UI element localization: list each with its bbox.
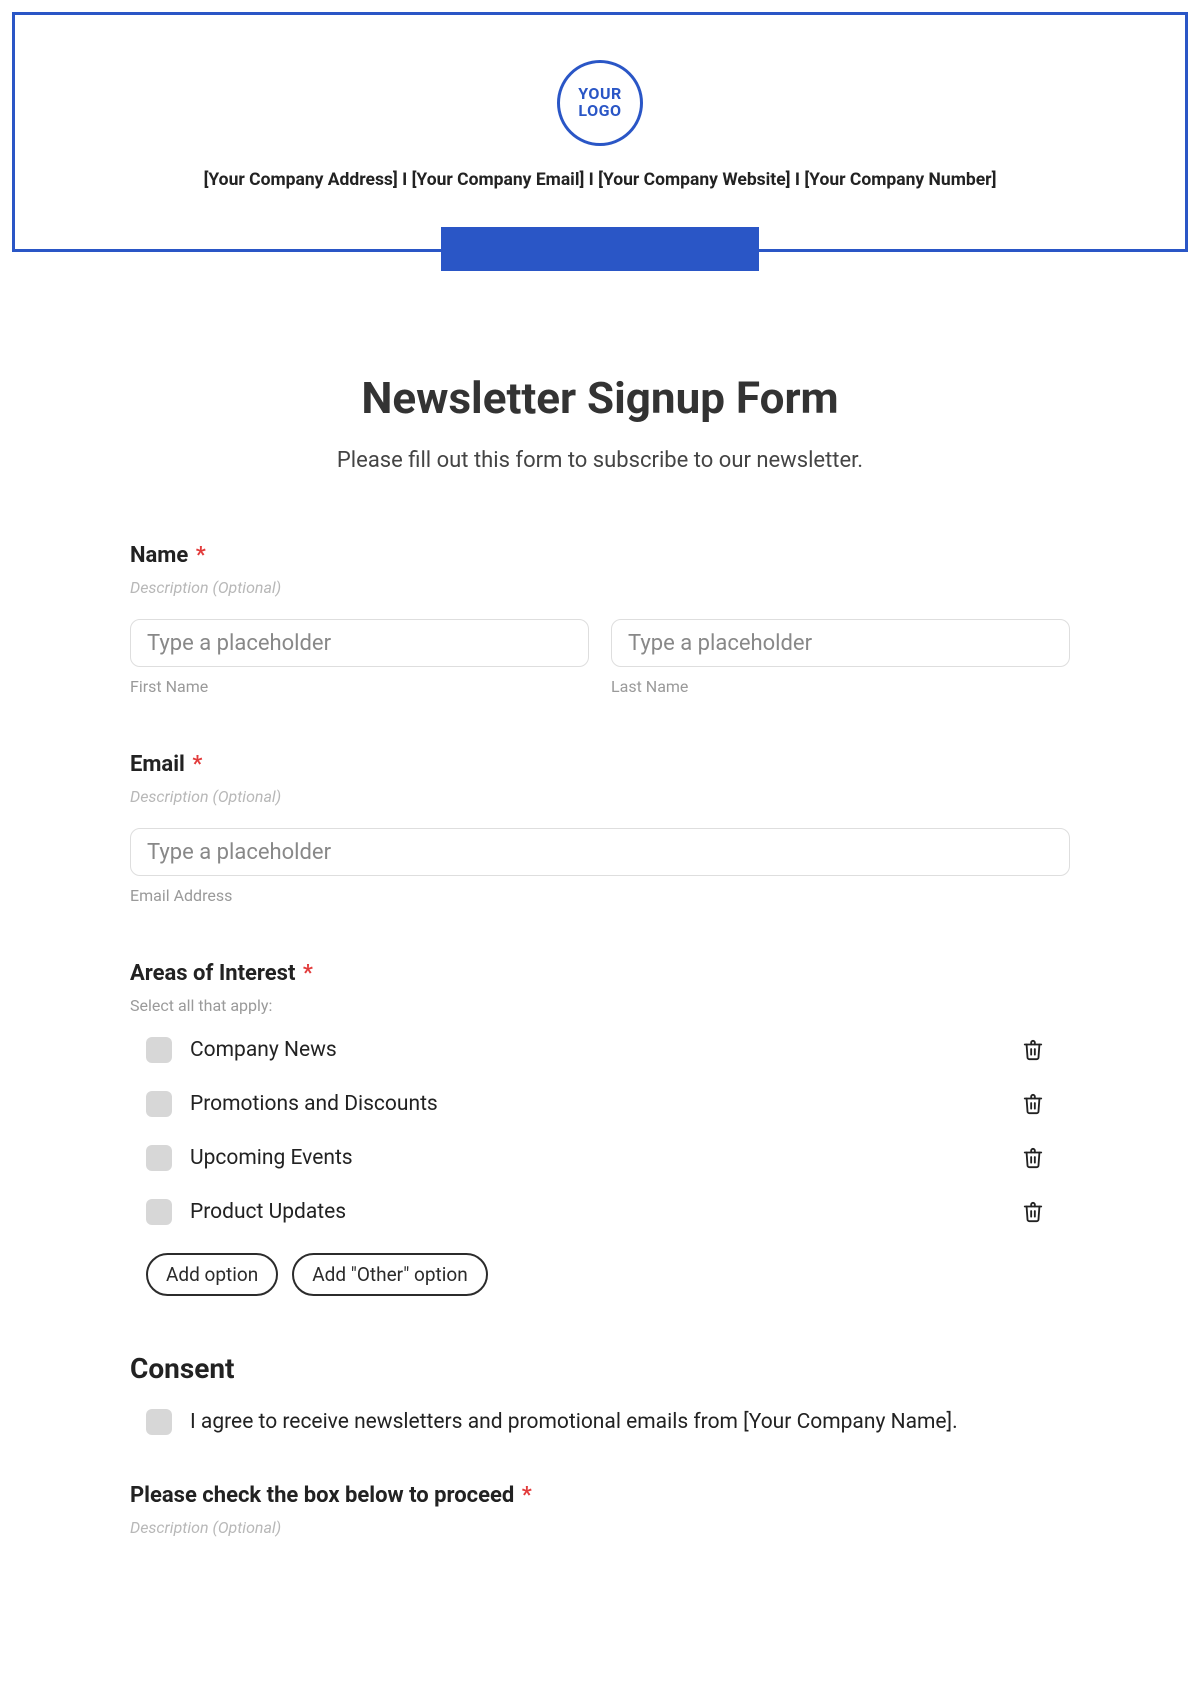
proceed-description: Description (Optional) — [130, 1518, 1070, 1537]
form-subtitle: Please fill out this form to subscribe t… — [130, 448, 1070, 473]
consent-heading: Consent — [130, 1352, 1070, 1385]
interest-option-label: Upcoming Events — [190, 1146, 353, 1170]
logo-line-2: LOGO — [578, 101, 621, 120]
interest-option-row: Company News — [146, 1037, 1070, 1063]
last-name-col: Type a placeholder Last Name — [611, 619, 1070, 696]
interest-checkbox[interactable] — [146, 1091, 172, 1117]
interest-option-left: Promotions and Discounts — [146, 1091, 438, 1117]
interest-option-left: Upcoming Events — [146, 1145, 353, 1171]
interest-option-row: Upcoming Events — [146, 1145, 1070, 1171]
trash-icon[interactable] — [1022, 1038, 1044, 1062]
proceed-label: Please check the box below to proceed * — [130, 1483, 1070, 1508]
name-label: Name * — [130, 543, 1070, 568]
last-name-input[interactable]: Type a placeholder — [611, 619, 1070, 667]
interest-option-row: Product Updates — [146, 1199, 1070, 1225]
interest-option-row: Promotions and Discounts — [146, 1091, 1070, 1117]
interest-option-label: Company News — [190, 1038, 337, 1062]
interest-option-label: Promotions and Discounts — [190, 1092, 438, 1116]
proceed-field-block: Please check the box below to proceed * … — [130, 1483, 1070, 1537]
interest-checkbox[interactable] — [146, 1037, 172, 1063]
interests-field-block: Areas of Interest * Select all that appl… — [130, 961, 1070, 1296]
last-name-sublabel: Last Name — [611, 677, 1070, 696]
proceed-label-text: Please check the box below to proceed — [130, 1483, 514, 1508]
add-other-option-label: Add "Other" option — [312, 1263, 468, 1286]
interests-label: Areas of Interest * — [130, 961, 1070, 986]
required-mark: * — [192, 752, 202, 777]
name-label-text: Name — [130, 543, 188, 568]
required-mark: * — [522, 1483, 532, 1508]
logo-text: YOUR LOGO — [578, 86, 622, 120]
last-name-placeholder: Type a placeholder — [628, 631, 812, 656]
required-mark: * — [196, 543, 206, 568]
consent-checkbox[interactable] — [146, 1409, 172, 1435]
company-contact-line: [Your Company Address] I [Your Company E… — [204, 170, 997, 190]
email-sublabel: Email Address — [130, 886, 1070, 905]
email-description: Description (Optional) — [130, 787, 1070, 806]
interest-option-left: Company News — [146, 1037, 337, 1063]
add-option-label: Add option — [166, 1263, 258, 1286]
option-actions-row: Add option Add "Other" option — [146, 1253, 1070, 1296]
header-banner: YOUR LOGO [Your Company Address] I [Your… — [12, 12, 1188, 252]
page: YOUR LOGO [Your Company Address] I [Your… — [0, 0, 1200, 1701]
logo: YOUR LOGO — [557, 60, 643, 146]
email-placeholder: Type a placeholder — [147, 840, 331, 865]
form-content: Newsletter Signup Form Please fill out t… — [130, 372, 1070, 1537]
first-name-placeholder: Type a placeholder — [147, 631, 331, 656]
email-field-block: Email * Description (Optional) Type a pl… — [130, 752, 1070, 905]
name-inputs-row: Type a placeholder First Name Type a pla… — [130, 619, 1070, 696]
interest-checkbox[interactable] — [146, 1199, 172, 1225]
add-option-button[interactable]: Add option — [146, 1253, 278, 1296]
interest-option-label: Product Updates — [190, 1200, 346, 1224]
email-label: Email * — [130, 752, 1070, 777]
interests-label-text: Areas of Interest — [130, 961, 295, 986]
interest-option-left: Product Updates — [146, 1199, 346, 1225]
interests-description: Select all that apply: — [130, 996, 1070, 1015]
first-name-sublabel: First Name — [130, 677, 589, 696]
first-name-col: Type a placeholder First Name — [130, 619, 589, 696]
email-label-text: Email — [130, 752, 185, 777]
trash-icon[interactable] — [1022, 1200, 1044, 1224]
consent-text: I agree to receive newsletters and promo… — [190, 1410, 958, 1434]
email-input[interactable]: Type a placeholder — [130, 828, 1070, 876]
accent-bar — [441, 227, 759, 271]
trash-icon[interactable] — [1022, 1092, 1044, 1116]
trash-icon[interactable] — [1022, 1146, 1044, 1170]
consent-row: I agree to receive newsletters and promo… — [146, 1409, 1070, 1435]
interest-checkbox[interactable] — [146, 1145, 172, 1171]
required-mark: * — [303, 961, 313, 986]
form-title: Newsletter Signup Form — [130, 372, 1070, 424]
add-other-option-button[interactable]: Add "Other" option — [292, 1253, 488, 1296]
name-description: Description (Optional) — [130, 578, 1070, 597]
name-field-block: Name * Description (Optional) Type a pla… — [130, 543, 1070, 696]
first-name-input[interactable]: Type a placeholder — [130, 619, 589, 667]
